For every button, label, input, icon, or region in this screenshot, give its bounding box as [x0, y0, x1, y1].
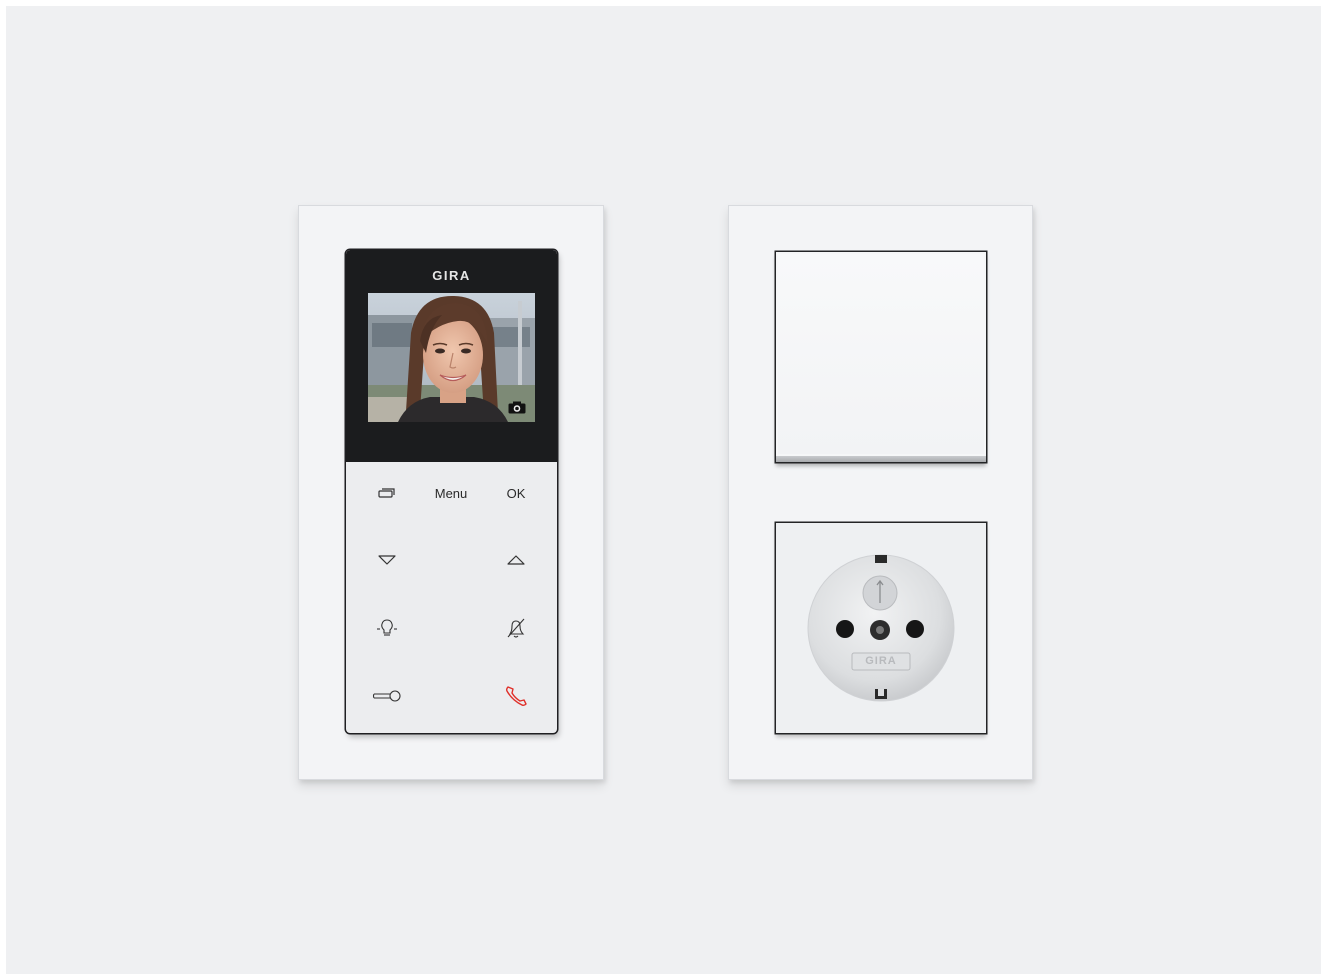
socket-face	[807, 554, 955, 702]
display-toggle-button[interactable]	[364, 480, 410, 506]
door-key-icon	[372, 690, 401, 702]
light-button[interactable]	[364, 615, 410, 641]
brand-logo: GIRA	[432, 268, 471, 283]
arrow-up-icon	[507, 555, 525, 565]
ok-button[interactable]: OK	[493, 480, 539, 506]
camera-icon[interactable]	[508, 401, 526, 414]
video-display	[368, 293, 535, 422]
keypad: Menu OK	[346, 462, 557, 733]
phone-hangup-icon	[505, 686, 527, 707]
mute-bell-button[interactable]	[493, 615, 539, 641]
power-socket: GIRA	[776, 523, 986, 733]
mute-bell-icon	[507, 618, 525, 638]
arrow-down-button[interactable]	[364, 547, 410, 573]
display-panel: GIRA	[346, 250, 557, 462]
socket-brand-label: GIRA	[865, 655, 897, 667]
arrow-up-button[interactable]	[493, 547, 539, 573]
wall-background	[6, 6, 1321, 974]
rocker-face	[778, 254, 984, 454]
arrow-down-icon	[378, 555, 396, 565]
light-icon	[377, 619, 397, 636]
video-intercom-station: GIRA Menu OK	[346, 250, 557, 733]
rocker-edge	[776, 456, 986, 462]
hangup-button[interactable]	[493, 683, 539, 709]
door-open-button[interactable]	[364, 683, 410, 709]
menu-button[interactable]: Menu	[428, 480, 474, 506]
display-toggle-icon	[378, 488, 395, 498]
light-switch-rocker[interactable]	[776, 252, 986, 462]
